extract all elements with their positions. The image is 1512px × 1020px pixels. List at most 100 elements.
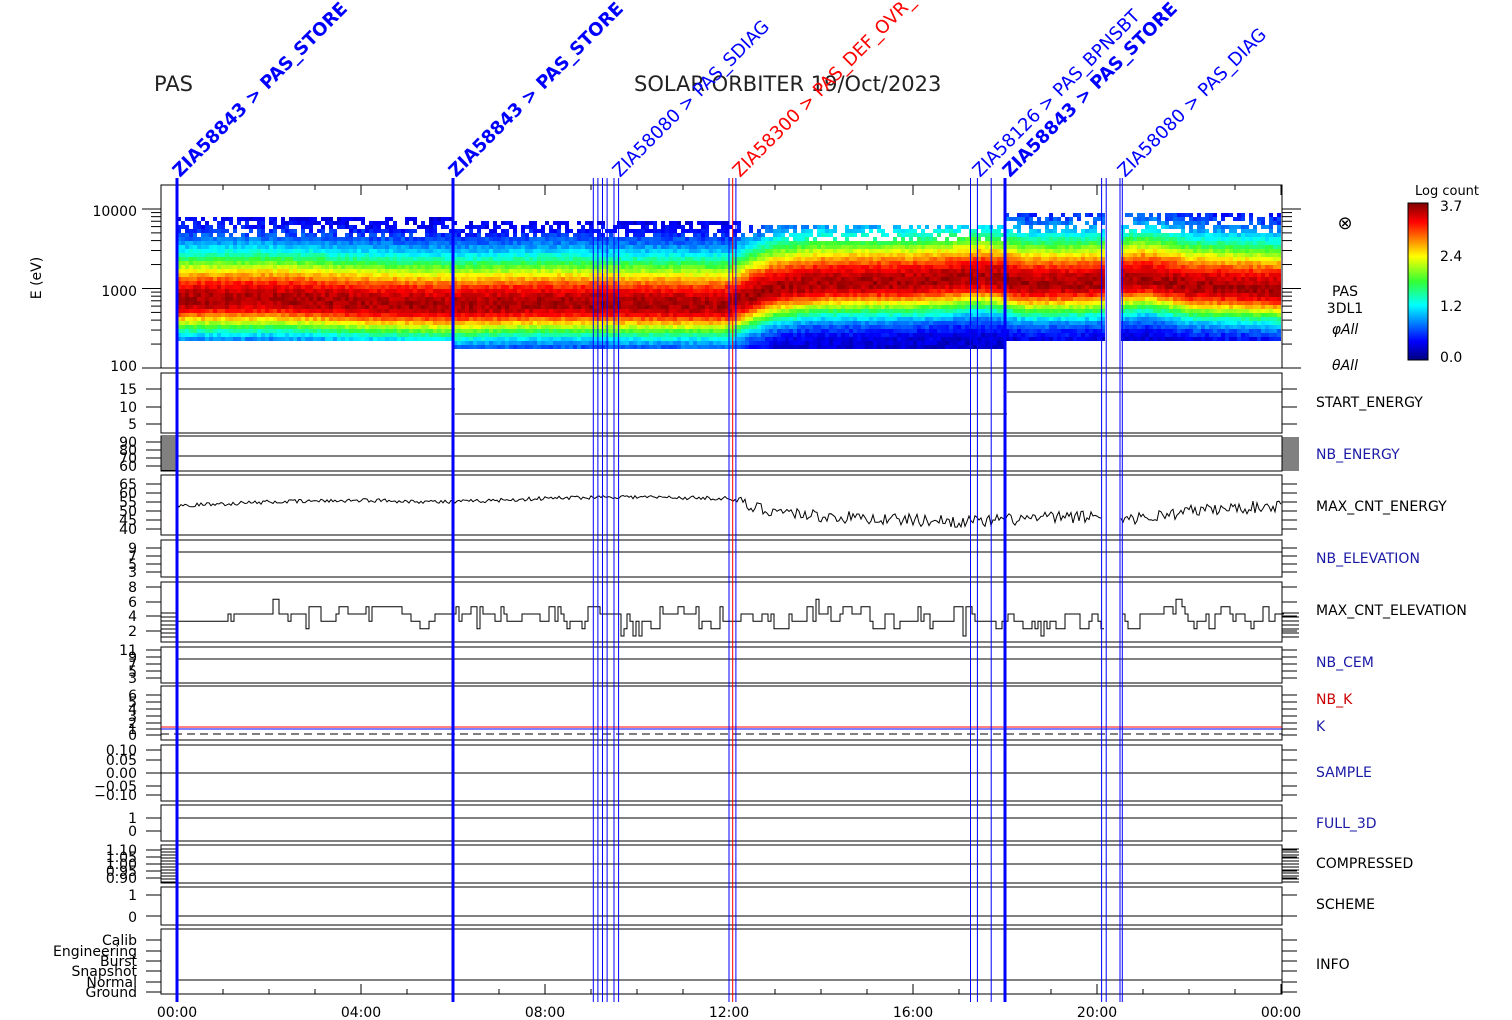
spectrogram-cell (221, 261, 225, 265)
spectrogram-cell (769, 301, 773, 305)
spectrogram-cell (373, 245, 377, 249)
spectrogram-cell (541, 309, 545, 313)
spectrogram-cell (341, 333, 345, 337)
spectrogram-cell (537, 309, 541, 313)
spectrogram-cell (413, 317, 417, 321)
spectrogram-cell (365, 337, 369, 341)
spectrogram-cell (633, 317, 637, 321)
spectrogram-cell (477, 269, 481, 273)
spectrogram-cell (193, 253, 197, 257)
spectrogram-cell (429, 261, 433, 265)
spectrogram-cell (821, 289, 825, 293)
spectrogram-cell (649, 241, 653, 245)
spectrogram-cell (369, 225, 373, 229)
spectrogram-cell (657, 309, 661, 313)
spectrogram-cell (577, 341, 581, 345)
spectrogram-cell (221, 225, 225, 229)
spectrogram-cell (549, 257, 553, 261)
spectrogram-cell (381, 297, 385, 301)
spectrogram-cell (493, 325, 497, 329)
spectrogram-cell (329, 317, 333, 321)
spectrogram-cell (505, 289, 509, 293)
spectrogram-cell (249, 241, 253, 245)
spectrogram-cell (789, 321, 793, 325)
spectrogram-cell (313, 269, 317, 273)
spectrogram-cell (713, 317, 717, 321)
spectrogram-cell (337, 333, 341, 337)
spectrogram-cell (361, 293, 365, 297)
spectrogram-cell (673, 325, 677, 329)
spectrogram-cell (361, 261, 365, 265)
spectrogram-cell (253, 289, 257, 293)
spectrogram-cell (413, 277, 417, 281)
spectrogram-cell (473, 281, 477, 285)
spectrogram-cell (377, 257, 381, 261)
spectrogram-cell (329, 237, 333, 241)
spectrogram-cell (333, 249, 337, 253)
spectrogram-cell (249, 309, 253, 313)
spectrogram-cell (461, 269, 465, 273)
spectrogram-cell (341, 257, 345, 261)
spectrogram-cell (505, 317, 509, 321)
spectrogram-cell (313, 317, 317, 321)
spectrogram-cell (313, 277, 317, 281)
spectrogram-cell (529, 341, 533, 345)
spectrogram-cell (701, 273, 705, 277)
spectrogram-cell (573, 285, 577, 289)
spectrogram-cell (205, 321, 209, 325)
spectrogram-cell (609, 241, 613, 245)
spectrogram-cell (821, 305, 825, 309)
spectrogram-cell (233, 309, 237, 313)
spectrogram-cell (645, 281, 649, 285)
spectrogram-cell (317, 261, 321, 265)
spectrogram-cell (297, 217, 301, 221)
spectrogram-cell (533, 317, 537, 321)
instrument-title: PAS (154, 72, 193, 96)
spectrogram-cell (649, 289, 653, 293)
spectrogram-cell (641, 313, 645, 317)
spectrogram-cell (201, 289, 205, 293)
spectrogram-cell (433, 225, 437, 229)
spectrogram-cell (301, 237, 305, 241)
spectrogram-cell (689, 305, 693, 309)
spectrogram-cell (709, 313, 713, 317)
spectrogram-cell (749, 253, 753, 257)
spectrogram-cell (701, 261, 705, 265)
spectrogram-cell (297, 245, 301, 249)
spectrogram-cell (209, 289, 213, 293)
spectrogram-cell (353, 325, 357, 329)
spectrogram-cell (445, 313, 449, 317)
spectrogram-cell (625, 297, 629, 301)
spectrogram-cell (397, 281, 401, 285)
spectrogram-cell (489, 325, 493, 329)
spectrogram-cell (369, 301, 373, 305)
spectrogram-cell (761, 273, 765, 277)
spectrogram-cell (205, 285, 209, 289)
spectrogram-cell (265, 257, 269, 261)
spectrogram-cell (333, 337, 337, 341)
spectrogram-cell (545, 249, 549, 253)
spectrogram-cell (385, 273, 389, 277)
spectrogram-cell (677, 313, 681, 317)
spectrogram-cell (181, 249, 185, 253)
spectrogram-cell (669, 269, 673, 273)
spectrogram-cell (529, 325, 533, 329)
spectrogram-cell (773, 229, 777, 233)
spectrogram-cell (417, 245, 421, 249)
spectrogram-cell (513, 341, 517, 345)
spectrogram-cell (197, 337, 201, 341)
spectrogram-cell (621, 329, 625, 333)
spectrogram-cell (373, 249, 377, 253)
spectrogram-cell (225, 257, 229, 261)
spectrogram-cell (837, 285, 841, 289)
spectrogram-cell (781, 241, 785, 245)
spectrogram-cell (461, 333, 465, 337)
spectrogram-cell (393, 265, 397, 269)
spectrogram-cell (657, 273, 661, 277)
spectrogram-cell (785, 249, 789, 253)
spectrogram-cell (461, 273, 465, 277)
spectrogram-cell (429, 309, 433, 313)
spectrogram-cell (445, 321, 449, 325)
spectrogram-cell (777, 329, 781, 333)
spectrogram-cell (577, 281, 581, 285)
